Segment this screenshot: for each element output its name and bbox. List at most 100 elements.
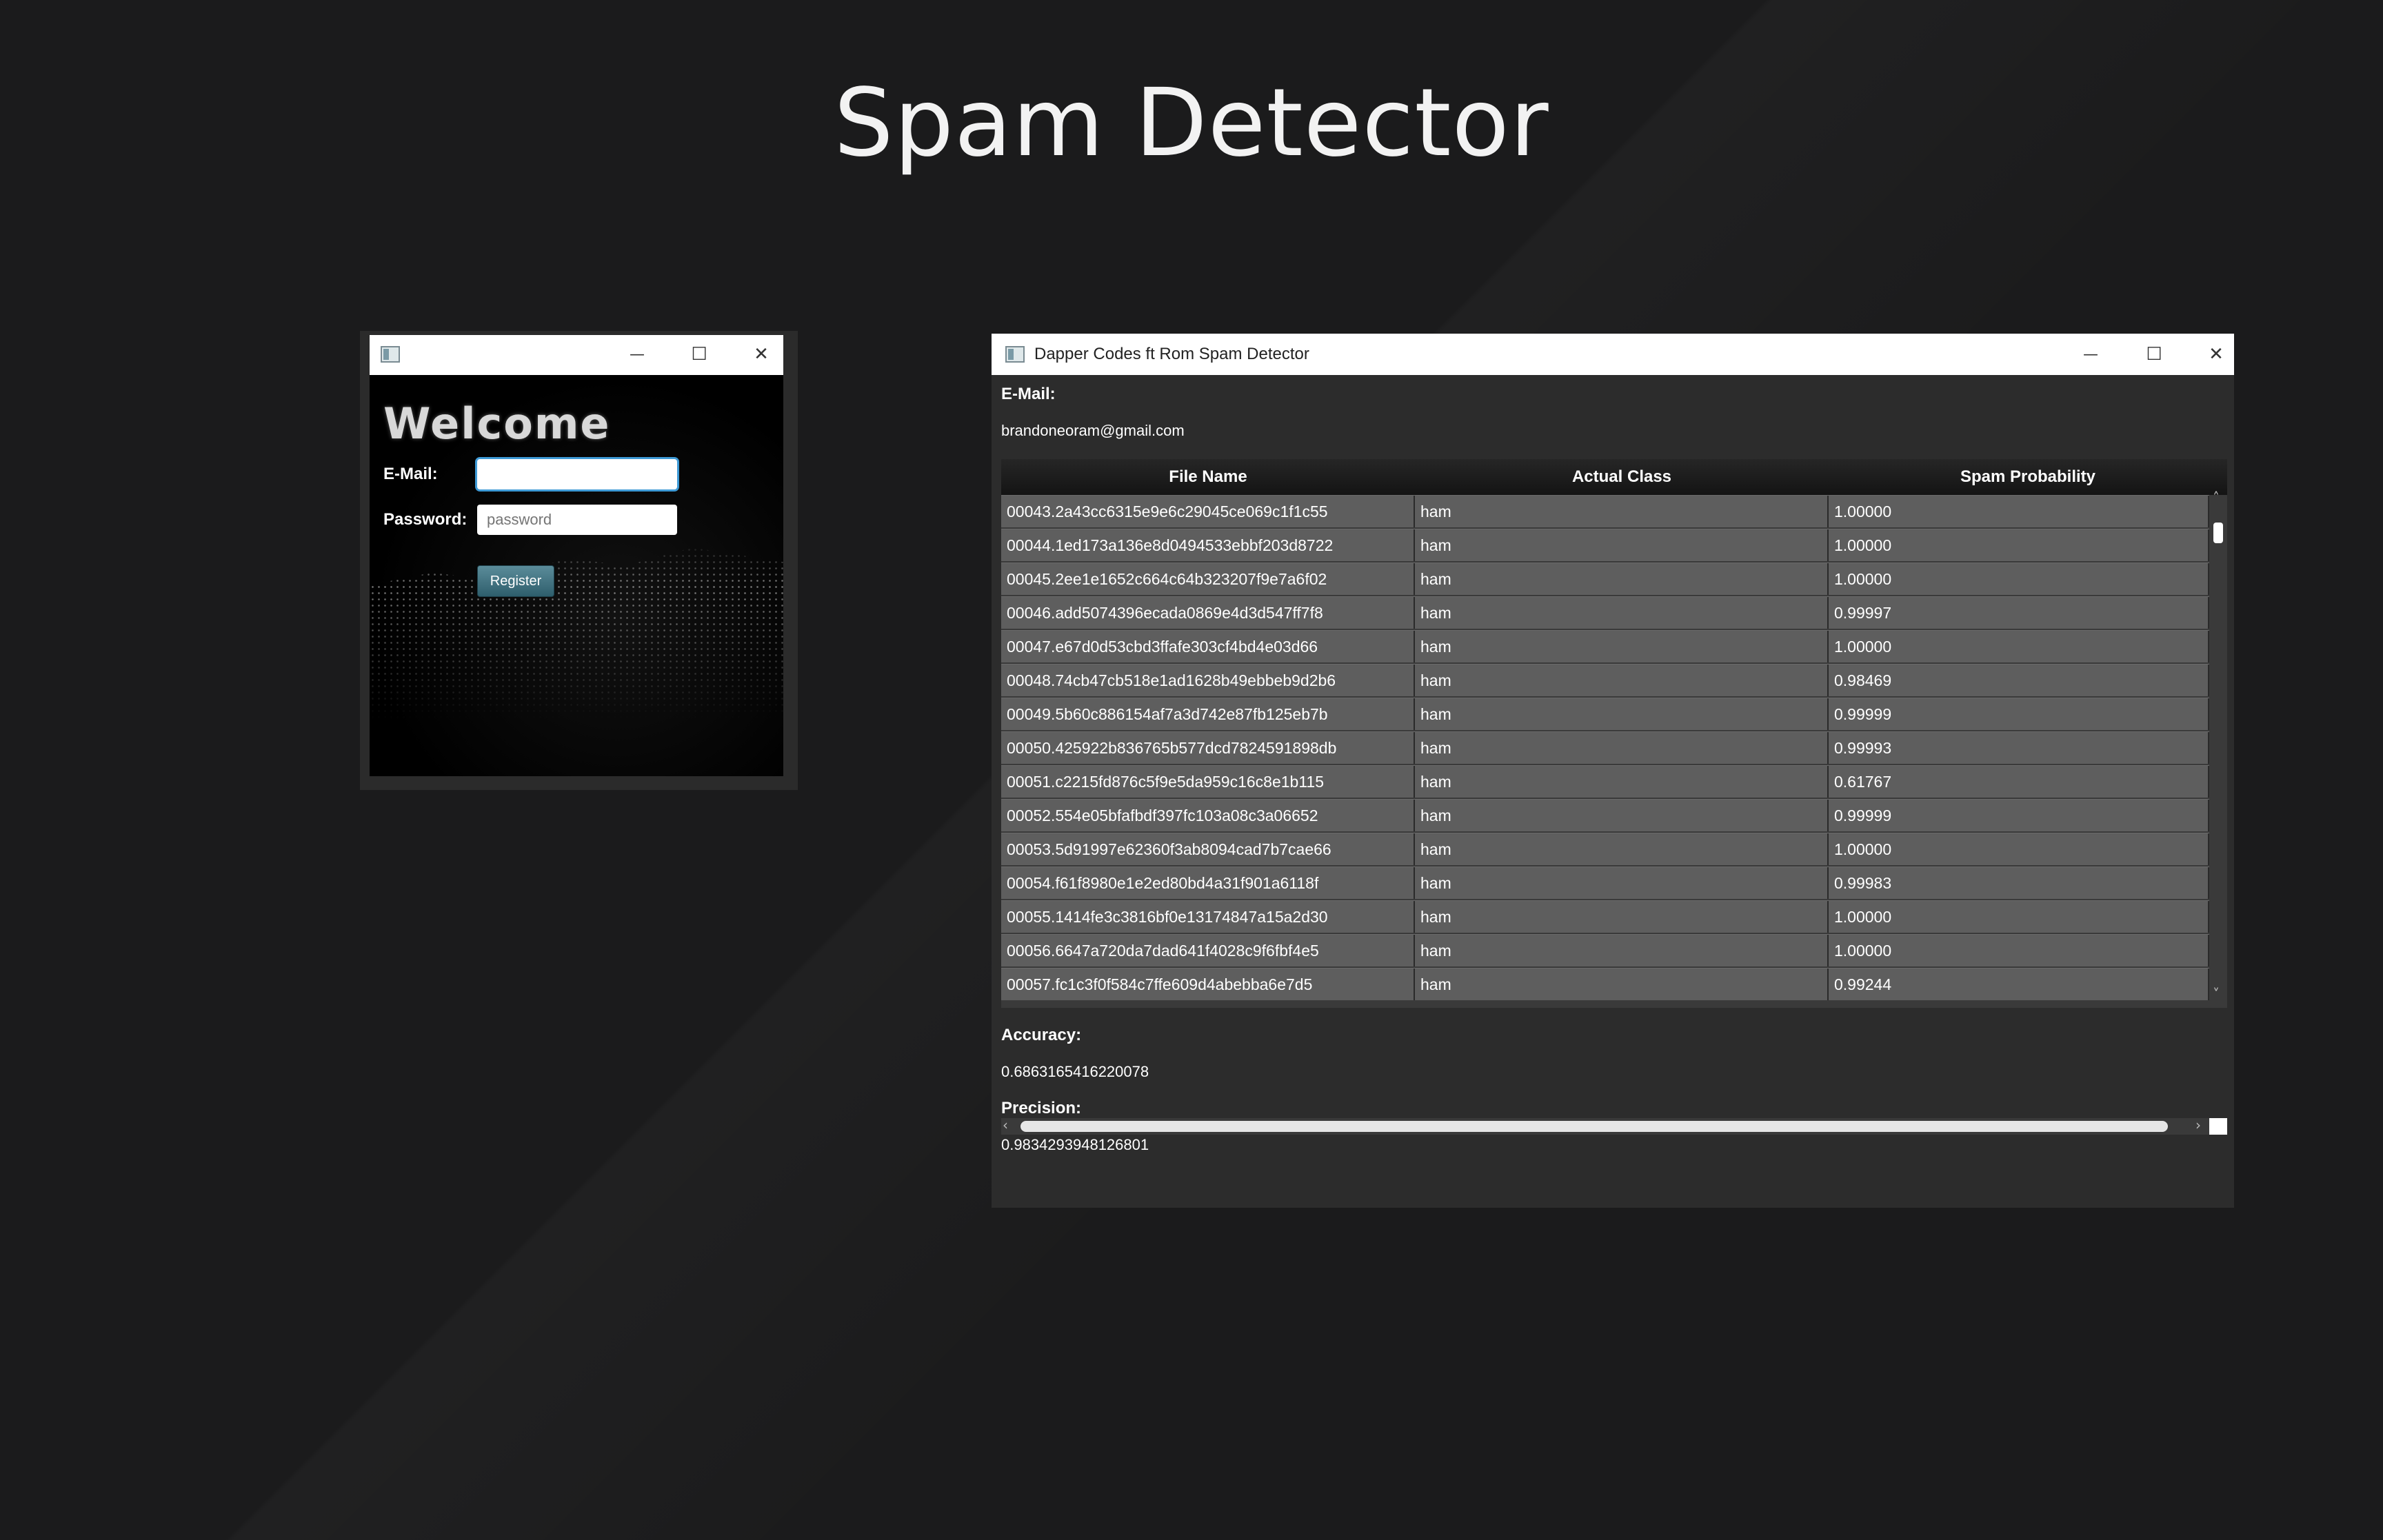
email-field[interactable] bbox=[477, 459, 677, 489]
spam-probability-cell: 0.99244 bbox=[1829, 969, 2209, 1000]
actual-class-cell: ham bbox=[1415, 597, 1829, 629]
actual-class-cell: ham bbox=[1415, 969, 1829, 1000]
page-title: Spam Detector bbox=[834, 69, 1549, 178]
maximize-icon[interactable]: ☐ bbox=[2140, 341, 2168, 368]
actual-class-cell: ham bbox=[1415, 665, 1829, 696]
spam-probability-cell: 1.00000 bbox=[1829, 833, 2209, 865]
file-name-cell: 00056.6647a720da7dad641f4028c9f6fbf4e5 bbox=[1001, 935, 1415, 966]
column-header-file-name[interactable]: File Name bbox=[1001, 459, 1415, 495]
actual-class-cell: ham bbox=[1415, 631, 1829, 662]
horizontal-scroll-thumb[interactable] bbox=[1020, 1121, 2168, 1132]
scroll-up-icon[interactable]: ˄ bbox=[2213, 489, 2220, 506]
file-name-cell: 00048.74cb47cb518e1ad1628b49ebbeb9d2b6 bbox=[1001, 665, 1415, 696]
vertical-scrollbar[interactable]: ˄ ˅ bbox=[2209, 489, 2227, 1008]
results-table[interactable]: File Name Actual Class Spam Probability … bbox=[1001, 459, 2227, 1135]
spam-detector-window: Dapper Codes ft Rom Spam Detector — ☐ ✕ … bbox=[992, 334, 2234, 1208]
email-label: E-Mail: bbox=[383, 465, 438, 483]
password-label: Password: bbox=[383, 510, 467, 529]
spam-probability-cell: 0.98469 bbox=[1829, 665, 2209, 696]
file-name-cell: 00044.1ed173a136e8d0494533ebbf203d8722 bbox=[1001, 529, 1415, 561]
table-row[interactable]: 00050.425922b836765b577dcd7824591898db ha… bbox=[1001, 731, 2209, 764]
table-row[interactable]: 00047.e67d0d53cbd3ffafe303cf4bd4e03d66 ha… bbox=[1001, 630, 2209, 662]
minimize-icon[interactable]: — bbox=[623, 341, 651, 368]
column-header-actual-class[interactable]: Actual Class bbox=[1415, 459, 1829, 495]
maximize-icon[interactable]: ☐ bbox=[685, 341, 713, 368]
spam-probability-cell: 0.99999 bbox=[1829, 698, 2209, 730]
horizontal-scrollbar[interactable]: ‹ › bbox=[1001, 1117, 2227, 1135]
spam-probability-cell: 0.99993 bbox=[1829, 732, 2209, 764]
actual-class-cell: ham bbox=[1415, 800, 1829, 831]
precision-label: Precision: bbox=[1001, 1099, 1082, 1117]
table-row[interactable]: 00044.1ed173a136e8d0494533ebbf203d8722 ha… bbox=[1001, 529, 2209, 561]
table-row[interactable]: 00054.f61f8980e1e2ed80bd4a31f901a6118f ha… bbox=[1001, 867, 2209, 899]
spam-probability-cell: 1.00000 bbox=[1829, 529, 2209, 561]
file-name-cell: 00054.f61f8980e1e2ed80bd4a31f901a6118f bbox=[1001, 867, 1415, 899]
spam-probability-cell: 1.00000 bbox=[1829, 496, 2209, 527]
table-row[interactable]: 00043.2a43cc6315e9e6c29045ce069c1f1c55 ha… bbox=[1001, 495, 2209, 527]
file-name-cell: 00057.fc1c3f0f584c7ffe609d4abebba6e7d5 bbox=[1001, 969, 1415, 1000]
actual-class-cell: ham bbox=[1415, 901, 1829, 933]
app-icon bbox=[381, 346, 400, 363]
column-header-spam-probability[interactable]: Spam Probability bbox=[1829, 459, 2227, 495]
email-value: brandoneoram@gmail.com bbox=[1001, 422, 1185, 439]
file-name-cell: 00046.add5074396ecada0869e4d3d547ff7f8 bbox=[1001, 597, 1415, 629]
table-header: File Name Actual Class Spam Probability bbox=[1001, 459, 2227, 495]
file-name-cell: 00043.2a43cc6315e9e6c29045ce069c1f1c55 bbox=[1001, 496, 1415, 527]
actual-class-cell: ham bbox=[1415, 563, 1829, 595]
table-row[interactable]: 00055.1414fe3c3816bf0e13174847a15a2d30 ha… bbox=[1001, 900, 2209, 933]
close-icon[interactable]: ✕ bbox=[2202, 341, 2230, 368]
table-row[interactable]: 00045.2ee1e1652c664c64b323207f9e7a6f02 ha… bbox=[1001, 563, 2209, 595]
table-row[interactable]: 00051.c2215fd876c5f9e5da959c16c8e1b115 ha… bbox=[1001, 765, 2209, 798]
table-row[interactable]: 00046.add5074396ecada0869e4d3d547ff7f8 ha… bbox=[1001, 596, 2209, 629]
email-label: E-Mail: bbox=[1001, 385, 1056, 403]
table-row[interactable]: 00049.5b60c886154af7a3d742e87fb125eb7b ha… bbox=[1001, 698, 2209, 730]
login-window: — ☐ ✕ Welcome E-Mail: Password: Register bbox=[360, 331, 798, 790]
wave-background-image bbox=[370, 547, 783, 720]
precision-value: 0.9834293948126801 bbox=[1001, 1136, 1149, 1153]
spam-probability-cell: 1.00000 bbox=[1829, 563, 2209, 595]
login-titlebar[interactable]: — ☐ ✕ bbox=[370, 335, 783, 375]
close-icon[interactable]: ✕ bbox=[747, 341, 775, 368]
actual-class-cell: ham bbox=[1415, 833, 1829, 865]
accuracy-label: Accuracy: bbox=[1001, 1026, 1082, 1044]
scroll-down-icon[interactable]: ˅ bbox=[2213, 986, 2220, 1002]
table-row[interactable]: 00053.5d91997e62360f3ab8094cad7b7cae66 ha… bbox=[1001, 833, 2209, 865]
vertical-scroll-thumb[interactable] bbox=[2213, 523, 2223, 543]
password-field[interactable] bbox=[477, 505, 677, 535]
file-name-cell: 00053.5d91997e62360f3ab8094cad7b7cae66 bbox=[1001, 833, 1415, 865]
file-name-cell: 00051.c2215fd876c5f9e5da959c16c8e1b115 bbox=[1001, 766, 1415, 798]
spam-titlebar[interactable]: Dapper Codes ft Rom Spam Detector — ☐ ✕ bbox=[992, 334, 2234, 375]
file-name-cell: 00047.e67d0d53cbd3ffafe303cf4bd4e03d66 bbox=[1001, 631, 1415, 662]
scroll-corner bbox=[2209, 1118, 2227, 1135]
file-name-cell: 00045.2ee1e1652c664c64b323207f9e7a6f02 bbox=[1001, 563, 1415, 595]
actual-class-cell: ham bbox=[1415, 766, 1829, 798]
file-name-cell: 00055.1414fe3c3816bf0e13174847a15a2d30 bbox=[1001, 901, 1415, 933]
window-title: Dapper Codes ft Rom Spam Detector bbox=[1034, 345, 1309, 363]
spam-probability-cell: 1.00000 bbox=[1829, 631, 2209, 662]
accuracy-value: 0.6863165416220078 bbox=[1001, 1063, 1149, 1080]
actual-class-cell: ham bbox=[1415, 698, 1829, 730]
table-row[interactable]: 00052.554e05bfafbdf397fc103a08c3a06652 ha… bbox=[1001, 799, 2209, 831]
scroll-right-icon[interactable]: › bbox=[2195, 1117, 2201, 1133]
actual-class-cell: ham bbox=[1415, 867, 1829, 899]
file-name-cell: 00049.5b60c886154af7a3d742e87fb125eb7b bbox=[1001, 698, 1415, 730]
spam-probability-cell: 1.00000 bbox=[1829, 935, 2209, 966]
app-icon bbox=[1005, 346, 1025, 363]
spam-probability-cell: 0.99983 bbox=[1829, 867, 2209, 899]
actual-class-cell: ham bbox=[1415, 529, 1829, 561]
table-row[interactable]: 00048.74cb47cb518e1ad1628b49ebbeb9d2b6 ha… bbox=[1001, 664, 2209, 696]
file-name-cell: 00052.554e05bfafbdf397fc103a08c3a06652 bbox=[1001, 800, 1415, 831]
welcome-heading: Welcome bbox=[383, 398, 611, 449]
table-row[interactable]: 00056.6647a720da7dad641f4028c9f6fbf4e5 ha… bbox=[1001, 934, 2209, 966]
register-button[interactable]: Register bbox=[477, 565, 554, 597]
scroll-left-icon[interactable]: ‹ bbox=[1003, 1117, 1008, 1133]
spam-probability-cell: 1.00000 bbox=[1829, 901, 2209, 933]
file-name-cell: 00050.425922b836765b577dcd7824591898db bbox=[1001, 732, 1415, 764]
actual-class-cell: ham bbox=[1415, 732, 1829, 764]
actual-class-cell: ham bbox=[1415, 935, 1829, 966]
table-row[interactable]: 00057.fc1c3f0f584c7ffe609d4abebba6e7d5 ha… bbox=[1001, 968, 2209, 1000]
spam-probability-cell: 0.99999 bbox=[1829, 800, 2209, 831]
minimize-icon[interactable]: — bbox=[2077, 341, 2104, 368]
actual-class-cell: ham bbox=[1415, 496, 1829, 527]
table-body: 00043.2a43cc6315e9e6c29045ce069c1f1c55 ha… bbox=[1001, 495, 2209, 1002]
